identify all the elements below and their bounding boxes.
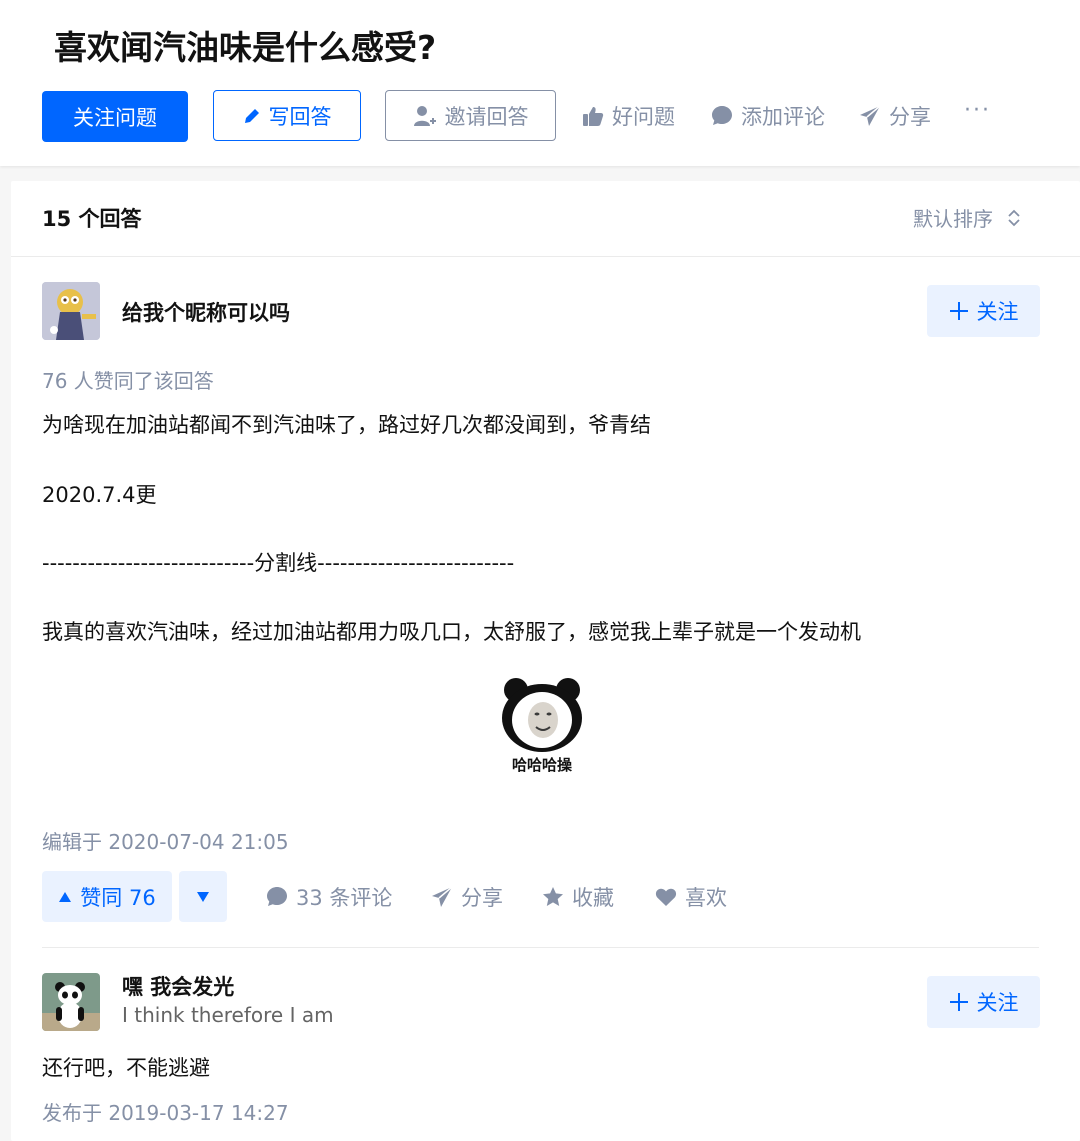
- like-label: 喜欢: [685, 886, 727, 910]
- panda-face-image: [496, 676, 588, 756]
- share-question-button[interactable]: 分享: [859, 97, 931, 135]
- follow-question-label: 关注问题: [73, 105, 157, 130]
- add-comment-button[interactable]: 添加评论: [711, 97, 825, 135]
- cartoon-cat-avatar-image: [42, 282, 100, 340]
- triangle-down-icon: [197, 891, 209, 902]
- share-answer-label: 分享: [461, 886, 503, 910]
- answer-divider: [42, 947, 1039, 948]
- sort-label: 默认排序: [913, 207, 993, 231]
- sort-toggle[interactable]: 默认排序: [913, 203, 1021, 232]
- vote-down-button[interactable]: [179, 871, 227, 922]
- more-dots-icon[interactable]: ···: [964, 98, 991, 123]
- follow-author-label: 关注: [976, 991, 1019, 1015]
- answer-paragraph: 我真的喜欢汽油味，经过加油站都用力吸几口，太舒服了，感觉我上辈子就是一个发动机: [42, 620, 861, 644]
- comments-label: 33 条评论: [296, 886, 393, 910]
- author-name[interactable]: 嘿 我会发光: [122, 971, 234, 1001]
- share-answer-button[interactable]: 分享: [431, 880, 503, 914]
- answers-card: 15 个回答 默认排序 给我个昵称可以吗 关注 76 人赞同了该回答 为啥现在加…: [11, 181, 1080, 1141]
- plus-icon: [949, 993, 968, 1011]
- like-button[interactable]: 喜欢: [655, 880, 727, 914]
- collect-label: 收藏: [572, 886, 614, 910]
- divider-line-text: ----------------------------分割线---------…: [42, 551, 515, 575]
- vote-up-button[interactable]: 赞同 76: [42, 871, 172, 922]
- write-answer-button[interactable]: 写回答: [213, 90, 361, 141]
- invite-answer-label: 邀请回答: [444, 104, 529, 129]
- edited-time[interactable]: 编辑于 2020-07-04 21:05: [42, 826, 289, 855]
- question-header: 喜欢闻汽油味是什么感受? 关注问题 写回答 邀请回答 好问题 添加评论 分享 ·…: [0, 0, 1080, 166]
- answer-paragraph: 2020.7.4更: [42, 483, 157, 507]
- author-bio: I think therefore I am: [122, 1003, 334, 1027]
- good-question-button[interactable]: 好问题: [582, 97, 675, 135]
- invite-answer-button[interactable]: 邀请回答: [385, 90, 556, 141]
- triangle-up-icon: [59, 891, 72, 902]
- answer-count: 15 个回答: [42, 207, 142, 231]
- add-comment-label: 添加评论: [741, 105, 825, 129]
- share-question-label: 分享: [889, 105, 931, 129]
- plus-icon: [949, 302, 968, 320]
- paper-plane-icon: [860, 105, 881, 126]
- author-name[interactable]: 给我个昵称可以吗: [122, 297, 290, 327]
- heart-icon: [655, 888, 677, 906]
- vote-up-label: 赞同 76: [80, 885, 156, 910]
- sticker-caption: 哈哈哈操: [511, 756, 572, 774]
- follow-author-button[interactable]: 关注: [927, 976, 1040, 1028]
- answer-paragraph: 为啥现在加油站都闻不到汽油味了，路过好几次都没闻到，爷青结: [42, 413, 651, 437]
- comments-button[interactable]: 33 条评论: [266, 880, 392, 914]
- pencil-icon: [244, 108, 259, 123]
- panda-avatar-image: [42, 973, 100, 1031]
- answer-paragraph: 还行吧，不能逃避: [42, 1056, 210, 1080]
- write-answer-label: 写回答: [268, 104, 332, 129]
- sort-chevron-icon: [1008, 209, 1020, 226]
- collect-button[interactable]: 收藏: [542, 880, 614, 914]
- thumbs-up-icon: [583, 107, 604, 126]
- paper-plane-icon: [432, 886, 453, 907]
- avatar[interactable]: [42, 282, 100, 340]
- answers-list-header: 15 个回答 默认排序: [11, 181, 1080, 257]
- published-time[interactable]: 发布于 2019-03-17 14:27: [42, 1097, 289, 1126]
- voters-text: 76 人赞同了该回答: [42, 369, 214, 393]
- follow-question-button[interactable]: 关注问题: [42, 91, 188, 142]
- good-question-label: 好问题: [612, 105, 675, 129]
- question-title: 喜欢闻汽油味是什么感受?: [54, 28, 437, 67]
- follow-author-button[interactable]: 关注: [927, 285, 1040, 337]
- panda-meme-sticker[interactable]: 哈哈哈操: [496, 676, 588, 776]
- comment-bubble-icon: [267, 887, 287, 906]
- follow-author-label: 关注: [976, 300, 1019, 324]
- star-icon: [543, 887, 563, 906]
- comment-bubble-icon: [712, 106, 732, 125]
- avatar[interactable]: [42, 973, 100, 1031]
- add-user-icon: [413, 105, 436, 126]
